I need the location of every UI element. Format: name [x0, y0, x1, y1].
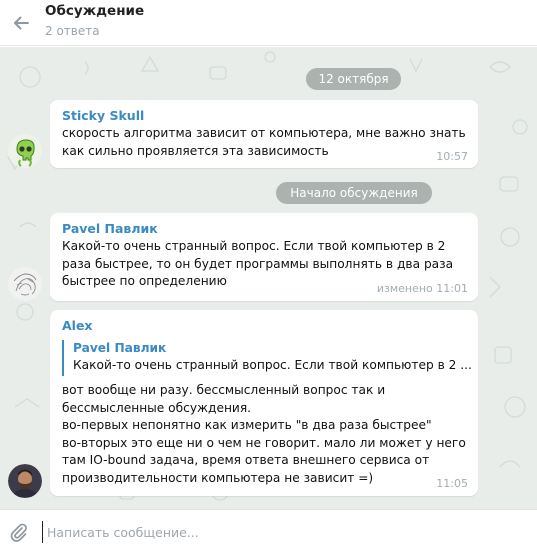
message-input[interactable] [42, 521, 512, 543]
reply-quote-author: Pavel Павлик [73, 341, 167, 355]
message-time: 11:05 [436, 477, 468, 490]
message-bubble[interactable]: Sticky Skull скорость алгоритма зависит … [50, 100, 478, 168]
message-time: 10:57 [436, 150, 468, 163]
arrow-left-icon [14, 16, 29, 30]
paperclip-icon [10, 523, 27, 542]
avatar[interactable] [8, 267, 42, 301]
sender-name[interactable]: Pavel Павлик [62, 221, 158, 236]
avatar[interactable] [8, 464, 42, 498]
skull-icon [8, 134, 42, 168]
message-text: вот вообще ни разу. бессмысленный вопрос… [62, 383, 466, 485]
reply-count: 2 ответа [45, 24, 100, 38]
message-list[interactable]: 12 октября Sticky Skull скорость алгорит… [0, 47, 537, 509]
reply-quote[interactable]: Pavel Павлик Какой-то очень странный воп… [62, 340, 472, 376]
back-button[interactable] [6, 8, 36, 38]
message-composer [0, 509, 537, 554]
sender-name[interactable]: Alex [62, 318, 93, 333]
reply-quote-text: Какой-то очень странный вопрос. Если тво… [73, 358, 472, 372]
chat-header: Обсуждение 2 ответа [0, 0, 537, 46]
attach-button[interactable] [4, 518, 32, 546]
message-text: скорость алгоритма зависит от компьютера… [62, 126, 466, 158]
message-bubble[interactable]: Pavel Павлик Какой-то очень странный воп… [50, 213, 478, 301]
user-photo-icon [8, 464, 42, 498]
discussion-start-separator: Начало обсуждения [276, 182, 432, 204]
message-time-edited: изменено 11:01 [376, 282, 468, 295]
date-separator: 12 октября [306, 68, 401, 90]
sender-name[interactable]: Sticky Skull [62, 108, 144, 123]
avatar[interactable] [8, 134, 42, 168]
message-bubble[interactable]: Alex Pavel Павлик Какой-то очень странны… [50, 310, 478, 496]
sketch-portrait-icon [8, 267, 42, 301]
page-title: Обсуждение [45, 3, 145, 19]
